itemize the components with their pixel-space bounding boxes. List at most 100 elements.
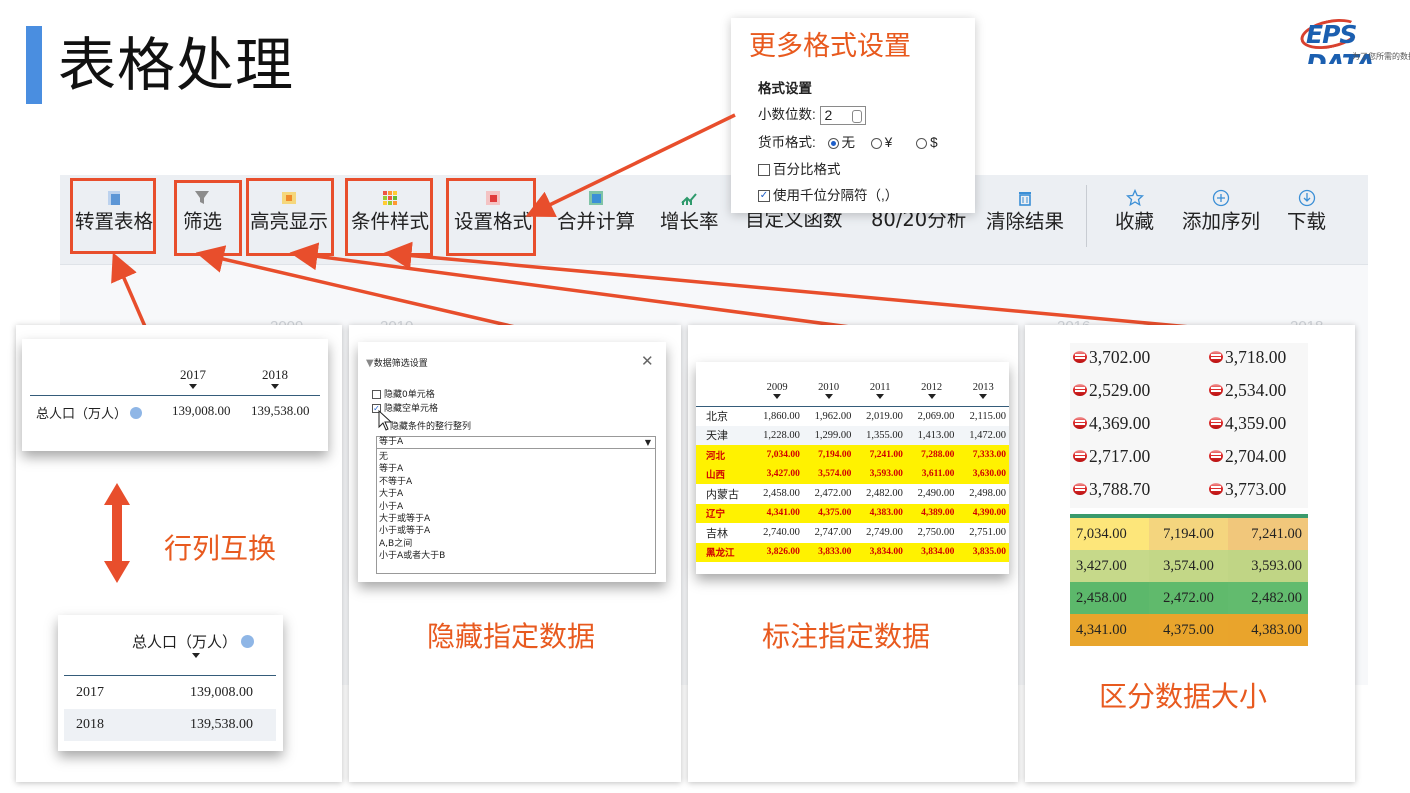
currency-label: 货币格式:: [758, 135, 816, 150]
toolbar-label: 合并计算: [557, 210, 636, 233]
toolbar-label: 收藏: [1115, 210, 1155, 233]
filter-caption: 隐藏指定数据: [427, 620, 596, 653]
table-row: 2018 139,538.00: [64, 709, 276, 741]
color-scale-cell: 2,458.00: [1070, 582, 1149, 614]
cell-value: 139,538.00: [251, 403, 310, 418]
close-icon[interactable]: ✕: [641, 352, 654, 370]
db-bar-icon: [1208, 416, 1224, 430]
highlight-caption: 标注指定数据: [762, 620, 931, 653]
decimals-row: 小数位数: 2: [758, 103, 866, 125]
filter-dialog: ▼数据筛选设置 ✕ 隐藏0单元格 ✓ 隐藏空单元格 隐藏条件的整行整列 等于A ▼ …: [358, 342, 666, 582]
color-scale-cell: 2,472.00: [1149, 582, 1228, 614]
db-bar-icon: [1072, 350, 1088, 364]
currency-row: 货币格式: 无 ¥ $: [758, 131, 938, 151]
currency-radio-none[interactable]: [827, 137, 839, 149]
db-bar-icon: [1072, 449, 1088, 463]
popup-title: 更多格式设置: [749, 31, 911, 62]
icon-cell: 2,534.00: [1208, 380, 1286, 401]
year-header[interactable]: 2012: [906, 376, 958, 406]
option-item[interactable]: 无: [379, 451, 655, 463]
currency-radio-yuan[interactable]: [870, 137, 882, 149]
toolbar-label: 下载: [1287, 210, 1327, 233]
db-bar-icon: [1208, 383, 1224, 397]
highlight-frame-transpose: [70, 178, 156, 254]
icon-cell: 4,369.00: [1072, 413, 1150, 434]
filter-funnel-icon: ▼: [366, 358, 374, 369]
option-item[interactable]: 不等于A: [379, 476, 655, 488]
thousands-checkbox[interactable]: ✓: [758, 190, 770, 203]
db-bar-icon: [1208, 482, 1224, 496]
hide-rows-option[interactable]: 隐藏条件的整行整列: [390, 419, 471, 432]
year-header[interactable]: 2013: [957, 376, 1009, 406]
thousands-row: ✓ 使用千位分隔符（,）: [758, 184, 898, 204]
option-item[interactable]: 小于A或者大于B: [379, 550, 655, 562]
currency-radio-dollar[interactable]: [916, 137, 928, 149]
dialog-title: ▼数据筛选设置: [366, 358, 428, 369]
color-scale-cell: 3,574.00: [1149, 550, 1228, 582]
option-item[interactable]: 大于或等于A: [379, 513, 655, 525]
color-scale-cell: 4,375.00: [1149, 614, 1228, 646]
download-button[interactable]: 下载: [1287, 189, 1326, 235]
year-header[interactable]: 2009: [751, 376, 803, 406]
add-series-button[interactable]: 添加序列: [1182, 189, 1260, 235]
db-bar-icon: [1208, 350, 1224, 364]
title-accent-bar: [26, 26, 42, 104]
percent-checkbox[interactable]: [758, 164, 770, 177]
chevron-down-icon: ▼: [644, 438, 651, 447]
color-scale-cell: 2,482.00: [1228, 582, 1308, 614]
trash-icon: [1019, 192, 1031, 206]
favorite-button[interactable]: 收藏: [1115, 189, 1154, 235]
year-header[interactable]: 2010: [803, 376, 855, 406]
growth-rate-button[interactable]: 增长率: [660, 189, 719, 235]
info-icon[interactable]: [130, 407, 143, 419]
clear-results-button[interactable]: 清除结果: [986, 189, 1064, 235]
column-header-population[interactable]: 总人口（万人）: [132, 631, 254, 658]
header-divider: [64, 675, 276, 676]
color-scale-cell: 7,241.00: [1228, 518, 1308, 550]
color-scale-cell: 7,034.00: [1070, 518, 1149, 550]
transpose-panel: 2017 2018 总人口（万人） 139,008.00 139,538.00 …: [16, 325, 342, 782]
icon-cell: 4,359.00: [1208, 413, 1286, 434]
highlight-table-card: 2009 2010 2011 2012 2013 北京 1,860.00 1,962…: [696, 362, 1009, 574]
column-header-2018[interactable]: 2018: [262, 367, 288, 389]
currency-option: 无: [841, 135, 856, 150]
highlight-frame-filter: [174, 180, 242, 256]
year-header[interactable]: 2011: [854, 376, 906, 406]
thousands-label: 使用千位分隔符（,）: [773, 188, 899, 203]
swap-double-arrow-icon: [104, 483, 130, 583]
highlight-frame-conditional: [345, 178, 433, 256]
db-bar-icon: [1072, 416, 1088, 430]
merge-calc-icon: [589, 191, 603, 205]
download-icon: [1298, 189, 1315, 207]
transpose-after-card: 总人口（万人） 2017 139,008.00 2018 139,538.00: [58, 615, 283, 751]
highlighted-row: 山西 3,427.00 3,574.00 3,593.00 3,611.00 3,630.…: [696, 464, 1009, 484]
transpose-before-card: 2017 2018 总人口（万人） 139,008.00 139,538.00: [22, 339, 328, 451]
merge-calc-button[interactable]: 合并计算: [557, 189, 635, 235]
mouse-cursor-icon: [378, 410, 393, 431]
page-title: 表格处理: [58, 31, 295, 99]
table-row: 内蒙古 2,458.00 2,472.00 2,482.00 2,490.00 2,498…: [706, 488, 1006, 501]
option-item[interactable]: 小于或等于A: [379, 525, 655, 537]
info-icon: [240, 635, 254, 648]
icon-cell: 3,773.00: [1208, 479, 1286, 500]
icon-cell: 3,718.00: [1208, 347, 1286, 368]
option-item[interactable]: 大于A: [379, 488, 655, 500]
toolbar-divider: [1086, 185, 1087, 247]
option-item[interactable]: 等于A: [379, 463, 655, 475]
table-row: 吉林 2,740.00 2,747.00 2,749.00 2,750.00 2,751.…: [706, 527, 1006, 540]
color-scale-cell: 4,341.00: [1070, 614, 1149, 646]
color-scale-cell: 7,194.00: [1149, 518, 1228, 550]
color-scale-table: 7,034.00 7,194.00 7,241.00 3,427.00 3,574.00…: [1070, 514, 1308, 650]
currency-option: $: [930, 135, 938, 150]
percent-row: 百分比格式: [758, 158, 841, 178]
option-item[interactable]: 小于A: [379, 501, 655, 513]
option-item[interactable]: A,B之间: [379, 538, 655, 550]
condition-select[interactable]: 等于A ▼: [376, 436, 656, 449]
hide-zero-option[interactable]: 隐藏0单元格: [372, 387, 435, 400]
decimals-stepper[interactable]: 2: [819, 105, 866, 125]
size-distinction-panel: 3,702.00 3,718.00 2,529.00 2,534.00 4,36…: [1025, 325, 1355, 782]
column-header-2017[interactable]: 2017: [180, 367, 206, 389]
icon-cell: 2,529.00: [1072, 380, 1150, 401]
table-row: 北京 1,860.00 1,962.00 2,019.00 2,069.00 2,115.…: [706, 410, 1006, 424]
toolbar-label: 增长率: [660, 210, 719, 233]
